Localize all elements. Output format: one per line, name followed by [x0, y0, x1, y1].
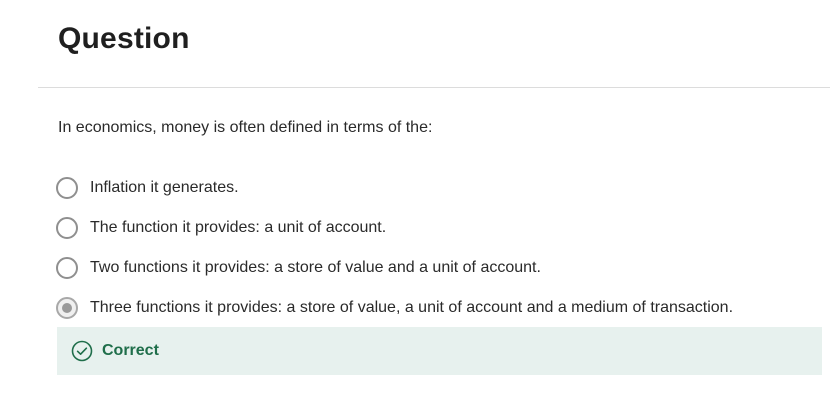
answer-option[interactable]: Three functions it provides: a store of … — [56, 288, 830, 328]
answer-option-label: The function it provides: a unit of acco… — [90, 219, 387, 236]
radio-button[interactable] — [56, 257, 78, 279]
radio-button[interactable] — [56, 177, 78, 199]
radio-button[interactable] — [56, 217, 78, 239]
answer-option[interactable]: Inflation it generates. — [56, 168, 830, 208]
check-circle-icon — [71, 340, 93, 362]
answer-options: Inflation it generates. The function it … — [56, 168, 830, 328]
answer-option-label: Two functions it provides: a store of va… — [90, 259, 541, 276]
question-page: Question In economics, money is often de… — [0, 0, 830, 402]
feedback-text: Correct — [102, 342, 159, 359]
divider — [38, 87, 830, 88]
answer-option-label: Inflation it generates. — [90, 179, 239, 196]
radio-button[interactable] — [56, 297, 78, 319]
answer-option-label: Three functions it provides: a store of … — [90, 299, 734, 316]
answer-option[interactable]: Two functions it provides: a store of va… — [56, 248, 830, 288]
question-prompt: In economics, money is often defined in … — [58, 119, 433, 136]
feedback-banner: Correct — [57, 327, 822, 375]
answer-option[interactable]: The function it provides: a unit of acco… — [56, 208, 830, 248]
page-title: Question — [58, 22, 190, 55]
